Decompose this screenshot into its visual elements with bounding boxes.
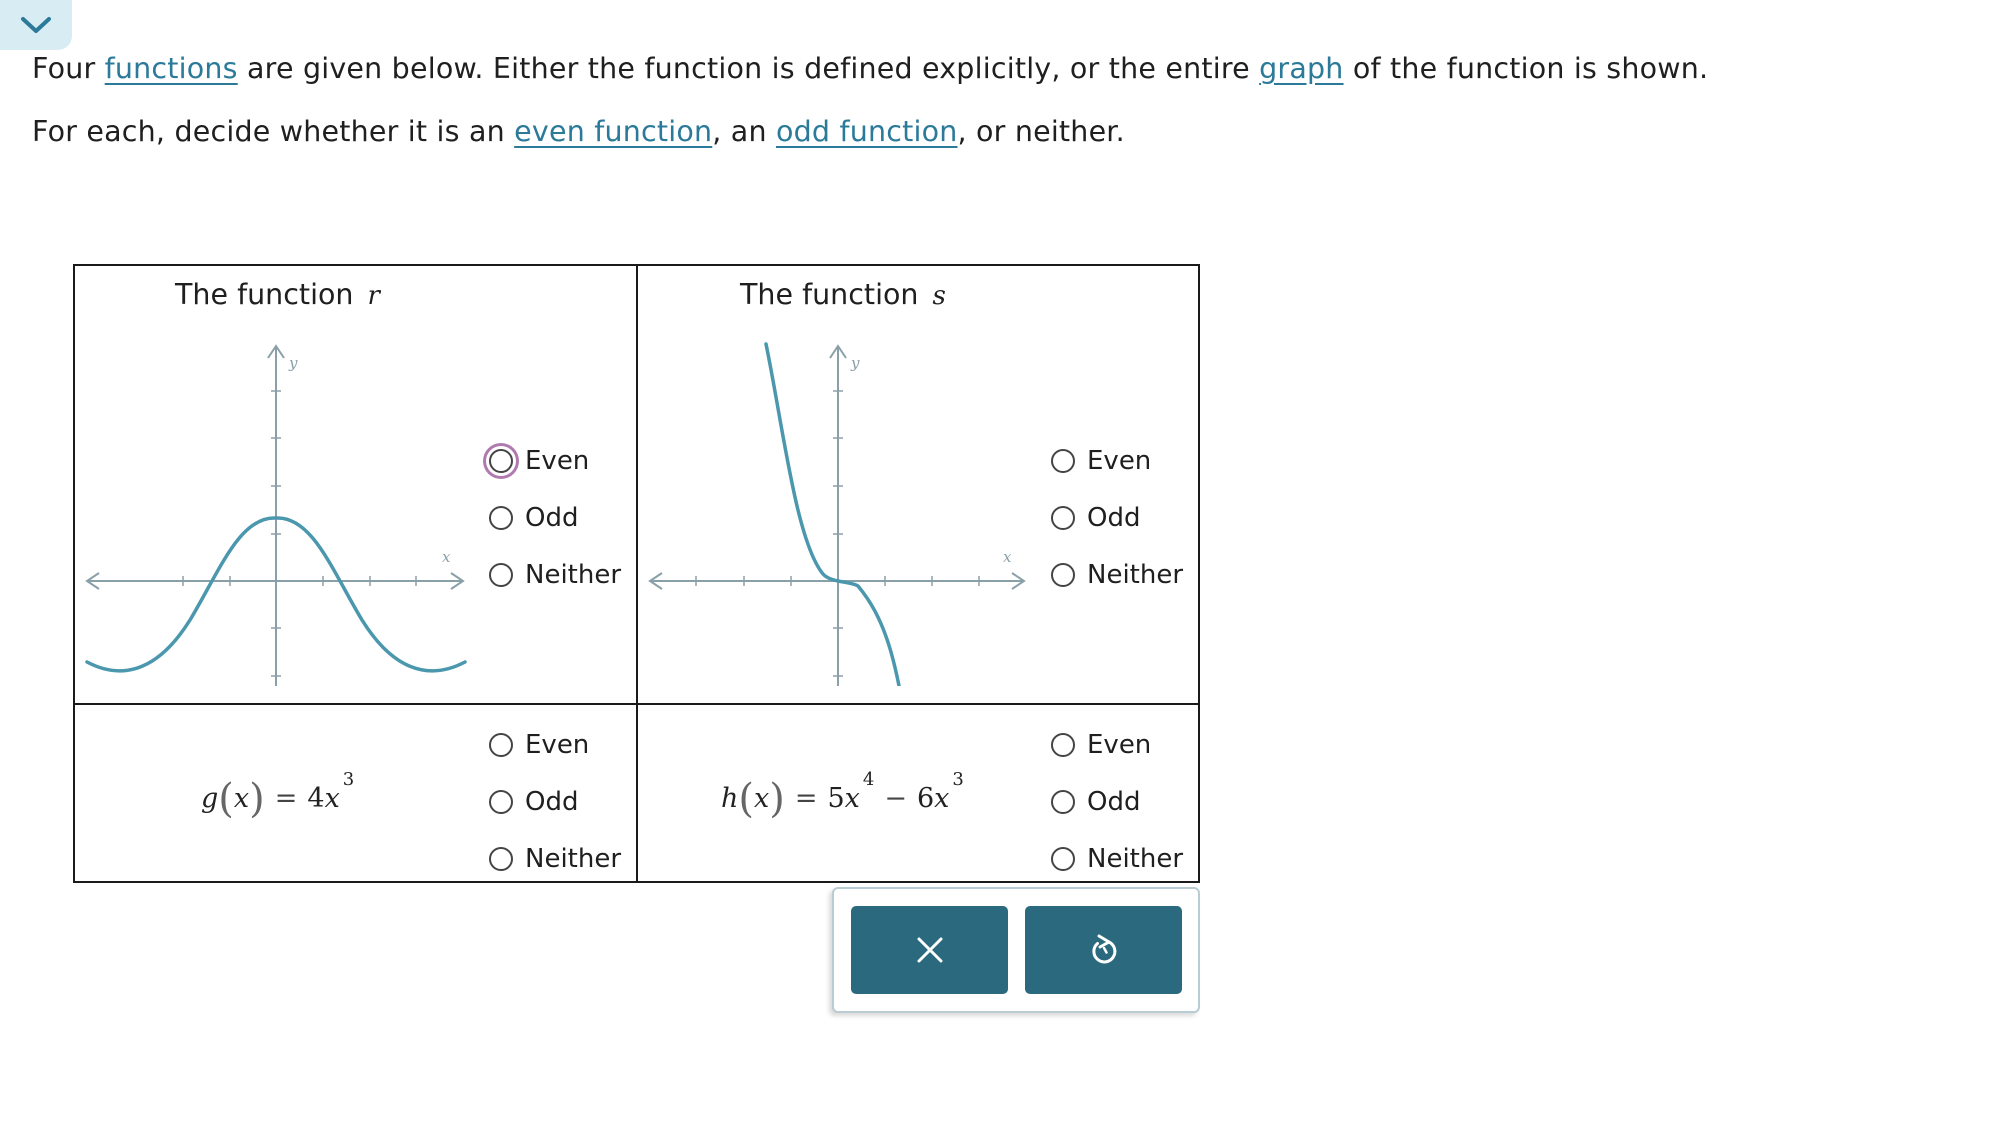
clear-button[interactable]: [851, 906, 1008, 994]
text: Four: [32, 52, 105, 85]
option-even[interactable]: Even: [489, 446, 589, 476]
option-odd[interactable]: Odd: [489, 787, 578, 817]
coefficient: 5: [827, 783, 845, 814]
chevron-down-icon: [21, 17, 51, 33]
option-label: Neither: [525, 560, 622, 590]
y-axis-label: y: [850, 354, 860, 372]
option-label: Odd: [1087, 787, 1141, 817]
text: For each, decide whether it is an: [32, 115, 515, 148]
question-grid: The function r y x Even Odd Neither The f…: [73, 264, 1200, 883]
option-label: Neither: [1087, 560, 1184, 590]
title-text: The function: [740, 278, 919, 311]
radio-button[interactable]: [1051, 449, 1075, 473]
instruction-line-1: Four functions are given below. Either t…: [32, 52, 1708, 85]
option-even[interactable]: Even: [1051, 446, 1151, 476]
function-name: r: [367, 281, 380, 311]
option-label: Even: [1087, 730, 1152, 760]
option-label: Odd: [525, 787, 579, 817]
y-axis-label: y: [288, 354, 298, 372]
action-panel: [832, 887, 1200, 1013]
x-icon: [917, 937, 942, 963]
text: are given below. Either the function is …: [237, 52, 1260, 85]
radio-button[interactable]: [489, 506, 513, 530]
paren: ): [249, 776, 265, 822]
radio-button[interactable]: [489, 563, 513, 587]
option-odd[interactable]: Odd: [1051, 787, 1140, 817]
radio-button[interactable]: [489, 847, 513, 871]
option-odd[interactable]: Odd: [489, 503, 578, 533]
function-name: g: [201, 783, 219, 814]
minus-sign: −: [884, 783, 907, 814]
option-even[interactable]: Even: [1051, 730, 1151, 760]
text: of the function is shown.: [1343, 52, 1709, 85]
option-label: Neither: [1087, 844, 1184, 874]
even-function-link[interactable]: even function: [514, 115, 712, 148]
graph-r: y x: [85, 344, 467, 686]
functions-link[interactable]: functions: [105, 52, 238, 85]
undo-icon: [1091, 934, 1116, 964]
function-name: s: [932, 281, 946, 311]
variable: x: [844, 783, 860, 814]
radio-button[interactable]: [489, 790, 513, 814]
cell-s-title: The function s: [740, 278, 946, 311]
radio-button[interactable]: [1051, 733, 1075, 757]
cell-r-title: The function r: [175, 278, 380, 311]
x-axis-label: x: [1003, 548, 1012, 566]
variable: x: [324, 783, 340, 814]
option-label: Odd: [1087, 503, 1141, 533]
argument: x: [233, 783, 250, 814]
option-neither[interactable]: Neither: [489, 844, 621, 874]
option-label: Even: [525, 730, 590, 760]
odd-function-link[interactable]: odd function: [776, 115, 958, 148]
argument: x: [754, 783, 770, 814]
option-label: Even: [525, 446, 590, 476]
paren: (: [218, 776, 234, 822]
instruction-line-2: For each, decide whether it is an even f…: [32, 115, 1125, 148]
option-neither[interactable]: Neither: [1051, 844, 1183, 874]
paren: (: [738, 776, 754, 822]
option-label: Even: [1087, 446, 1152, 476]
formula-g: g(x) = 4x3: [201, 769, 354, 822]
graph-link[interactable]: graph: [1259, 52, 1343, 85]
option-neither[interactable]: Neither: [1051, 560, 1183, 590]
option-neither[interactable]: Neither: [489, 560, 621, 590]
exponent: 3: [342, 769, 355, 790]
reset-button[interactable]: [1025, 906, 1182, 994]
graph-s: y x: [648, 342, 1026, 686]
exponent: 3: [952, 769, 964, 790]
radio-button[interactable]: [1051, 563, 1075, 587]
variable: x: [934, 783, 950, 814]
text: , an: [712, 115, 776, 148]
text: , or neither.: [957, 115, 1125, 148]
radio-button[interactable]: [1051, 847, 1075, 871]
option-label: Neither: [525, 844, 622, 874]
option-even[interactable]: Even: [489, 730, 589, 760]
option-odd[interactable]: Odd: [1051, 503, 1140, 533]
equals-sign: =: [274, 783, 298, 814]
divider: [75, 703, 1198, 705]
x-axis-label: x: [442, 548, 451, 566]
title-text: The function: [175, 278, 354, 311]
formula-h: h(x) = 5x4− 6x3: [721, 769, 964, 822]
collapse-toggle[interactable]: [0, 0, 72, 50]
paren: ): [769, 776, 785, 822]
exponent: 4: [862, 769, 875, 790]
coefficient: 4: [307, 783, 325, 814]
function-name: h: [721, 783, 739, 814]
radio-button[interactable]: [489, 733, 513, 757]
radio-button[interactable]: [489, 449, 513, 473]
option-label: Odd: [525, 503, 579, 533]
equals-sign: =: [794, 783, 818, 814]
radio-button[interactable]: [1051, 790, 1075, 814]
coefficient: 6: [916, 783, 935, 814]
radio-button[interactable]: [1051, 506, 1075, 530]
